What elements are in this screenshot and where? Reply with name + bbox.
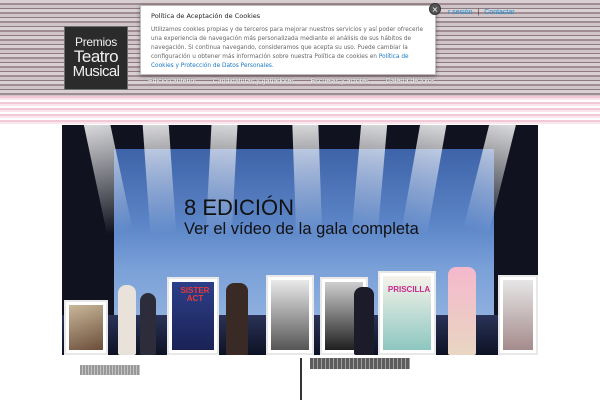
logo-line-3: Musical [72,63,120,80]
poster-image [266,275,314,355]
cookie-dialog-text: Utilizamos cookies propias y de terceros… [151,26,425,71]
login-link[interactable]: r sesión [448,9,473,16]
poster-image [64,300,108,355]
performer-figure [448,267,476,355]
performer-figure [354,287,374,355]
performer-figure [226,283,248,355]
poster-sister-act: SISTER ACT [167,277,219,355]
nav-item-escuelas[interactable]: Escuelas y actores [311,78,370,85]
close-icon[interactable]: × [429,3,441,15]
header-fade-stripes [0,96,600,126]
cookie-text-end: . [271,63,274,69]
main-nav: Edición anterior Candidaturas y ganadore… [148,78,435,85]
top-links-separator: | [477,9,480,16]
poster-sister-act-label: SISTER ACT [180,286,210,303]
hero-banner[interactable]: 8 EDICIÓN Ver el vídeo de la gala comple… [62,125,538,355]
performer-figure [118,285,136,355]
poster-priscilla: PRISCILLA [378,271,436,355]
footer-heading-right [310,358,410,369]
nav-item-galeria[interactable]: Galería de fotos [386,78,436,85]
footer-divider [300,358,302,400]
performer-figure [140,293,156,355]
hero-title: 8 EDICIÓN [184,195,295,220]
site-logo[interactable]: Premios Teatro Musical [64,26,128,90]
nav-item-candidaturas[interactable]: Candidaturas y ganadores [213,78,295,85]
poster-image [498,275,538,355]
spotlight-beam [292,125,323,236]
cookie-dialog-title: Política de Aceptación de Cookies [151,12,261,20]
footer-heading-left [80,365,140,375]
cookie-dialog: Política de Aceptación de Cookies Utiliz… [140,3,441,75]
hero-video-link[interactable]: Ver el vídeo de la gala completa [184,221,419,238]
poster-priscilla-label: PRISCILLA [387,285,431,294]
top-links: r sesión | Contactar [448,9,515,16]
contact-link[interactable]: Contactar [484,9,514,16]
nav-item-edicion-anterior[interactable]: Edición anterior [148,78,197,85]
